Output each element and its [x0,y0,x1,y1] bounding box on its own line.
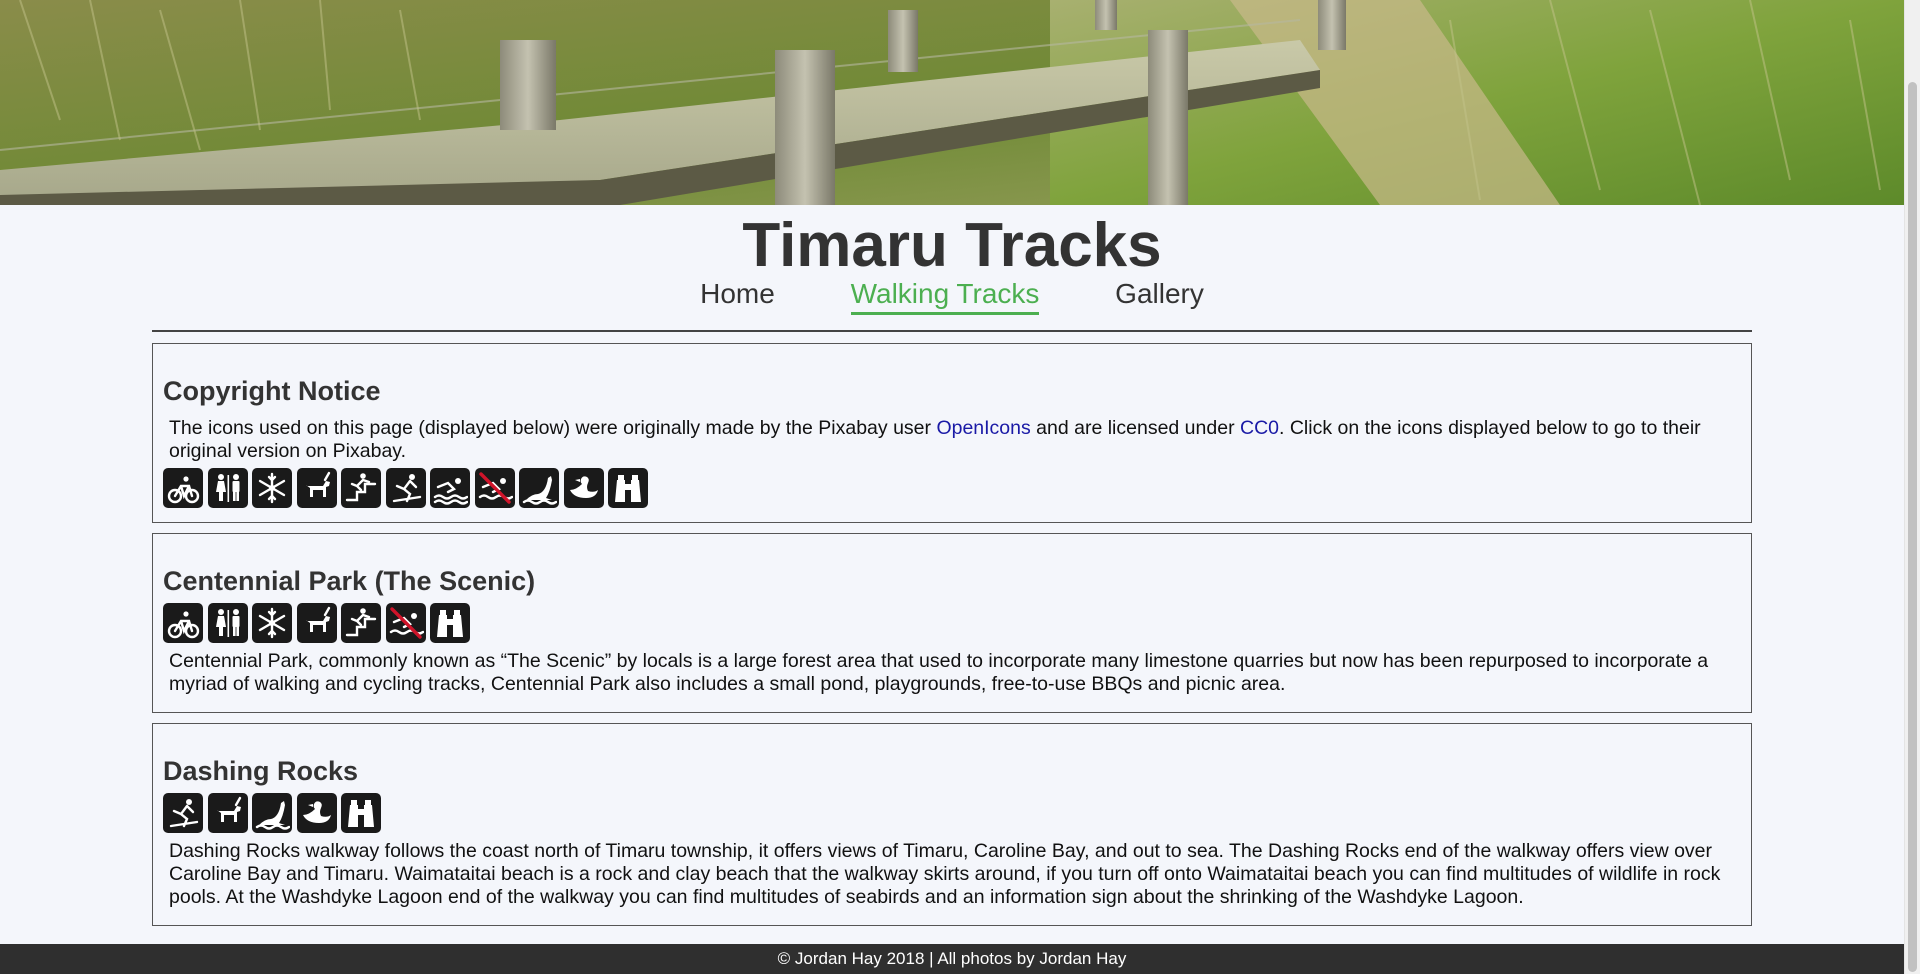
binoculars-icon[interactable] [430,603,470,643]
slippery-icon[interactable] [385,468,426,508]
cc0-license-link[interactable]: CC0 [1240,417,1279,439]
dog-walking-icon[interactable] [296,603,337,643]
page: Timaru Tracks Home Walking Tracks Galler… [0,0,1904,974]
duck-icon[interactable] [563,468,604,508]
copyright-text: The icons used on this page (displayed b… [169,417,1735,463]
snowflake-icon[interactable] [252,603,292,643]
nav-home-link[interactable]: Home [700,278,775,312]
copyright-notice-section: Copyright Notice The icons used on this … [152,343,1752,523]
section-heading: Dashing Rocks [163,756,359,786]
track-description: Centennial Park, commonly known as “The … [169,650,1709,695]
dog-walking-icon[interactable] [207,793,248,833]
section-heading: Copyright Notice [163,376,381,406]
seal-icon[interactable] [252,793,292,833]
icon-row [163,468,648,508]
no-swimming-icon[interactable] [385,603,426,643]
copyright-text-part: and are licensed under [1030,417,1240,439]
centennial-park-section: Centennial Park (The Scenic) Centennial … [152,533,1752,713]
dog-walking-icon[interactable] [296,468,337,508]
binoculars-icon[interactable] [608,468,648,508]
binoculars-icon[interactable] [341,793,381,833]
main-nav: Home Walking Tracks Gallery [0,278,1904,315]
nav-gallery-link[interactable]: Gallery [1115,278,1204,312]
section-heading: Centennial Park (The Scenic) [163,566,536,596]
falling-hazard-icon[interactable] [341,603,381,643]
icon-row [163,603,470,643]
nav-walking-tracks-link[interactable]: Walking Tracks [850,278,1040,315]
footer: © Jordan Hay 2018 | All photos by Jordan… [0,944,1904,974]
copyright-text-part: The icons used on this page (displayed b… [169,417,937,439]
openicons-link[interactable]: OpenIcons [936,417,1030,439]
snowflake-icon[interactable] [252,468,292,508]
site-title: Timaru Tracks [742,211,1162,280]
toilets-icon[interactable] [207,468,248,508]
slippery-icon[interactable] [163,793,203,833]
duck-icon[interactable] [296,793,337,833]
vertical-scrollbar[interactable] [1904,0,1920,974]
swimming-icon[interactable] [430,468,470,508]
icon-row [163,793,381,833]
hero-banner-image [0,0,1904,205]
no-swimming-icon[interactable] [474,468,515,508]
falling-hazard-icon[interactable] [341,468,381,508]
bicycle-icon[interactable] [163,468,203,508]
seal-icon[interactable] [519,468,559,508]
track-description: Dashing Rocks walkway follows the coast … [169,840,1721,908]
dashing-rocks-section: Dashing Rocks Dashing Rocks walkway foll… [152,723,1752,926]
toilets-icon[interactable] [207,603,248,643]
header-divider [152,330,1752,332]
bicycle-icon[interactable] [163,603,203,643]
scrollbar-thumb[interactable] [1908,82,1917,972]
